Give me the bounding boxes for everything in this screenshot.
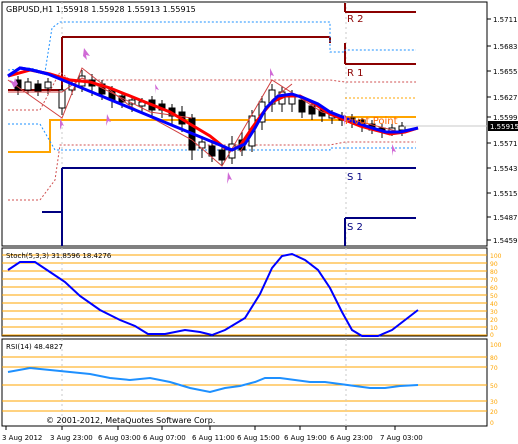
mt4-chart-window[interactable]: R 2 R 1 Pivot Point S 1 S 2 GBPUSD,H1 1.…	[0, 0, 518, 444]
svg-text:40: 40	[490, 301, 498, 308]
svg-text:20: 20	[490, 409, 498, 416]
svg-text:70: 70	[490, 365, 498, 372]
svg-text:0: 0	[490, 332, 494, 339]
svg-text:1.56270: 1.56270	[493, 94, 518, 102]
r2-label: R 2	[347, 14, 364, 25]
svg-text:10: 10	[490, 325, 498, 332]
svg-text:60: 60	[490, 285, 498, 292]
svg-text:100: 100	[490, 253, 502, 260]
rsi-pane[interactable]	[1, 338, 488, 427]
svg-text:100: 100	[490, 342, 502, 349]
svg-text:70: 70	[490, 277, 498, 284]
svg-text:1.55990: 1.55990	[493, 114, 518, 122]
svg-text:6 Aug 11:00: 6 Aug 11:00	[192, 434, 235, 442]
s2-label: S 2	[347, 222, 363, 233]
svg-text:1.55710: 1.55710	[493, 140, 518, 148]
time-axis: 3 Aug 2012 3 Aug 23:00 6 Aug 03:00 6 Aug…	[2, 426, 423, 442]
chart-title: GBPUSD,H1 1.55918 1.55928 1.55913 1.5591…	[6, 5, 196, 14]
svg-text:80: 80	[490, 355, 498, 362]
svg-text:1.54590: 1.54590	[493, 237, 518, 245]
svg-text:50: 50	[490, 293, 498, 300]
s1-label: S 1	[347, 172, 363, 183]
svg-text:30: 30	[490, 399, 498, 406]
svg-text:1.56830: 1.56830	[493, 43, 518, 51]
copyright-text: © 2001-2012, MetaQuotes Software Corp.	[46, 416, 215, 425]
svg-text:7 Aug 03:00: 7 Aug 03:00	[380, 434, 423, 442]
svg-text:6 Aug 07:00: 6 Aug 07:00	[143, 434, 186, 442]
svg-text:1.55150: 1.55150	[493, 190, 518, 198]
svg-text:3 Aug 23:00: 3 Aug 23:00	[50, 434, 93, 442]
svg-text:50: 50	[490, 383, 498, 390]
svg-text:6 Aug 23:00: 6 Aug 23:00	[330, 434, 373, 442]
rsi-title: RSI(14) 48.4827	[6, 343, 63, 351]
pivot-label: Pivot Point	[345, 116, 398, 127]
svg-text:20: 20	[490, 317, 498, 324]
stoch-level-labels: 100 90 80 70 60 50 40 30 20 10 0	[490, 253, 502, 339]
svg-text:0: 0	[490, 420, 494, 427]
svg-text:80: 80	[490, 269, 498, 276]
stoch-title: Stoch(5,3,3) 31.8596 18.4276	[6, 252, 112, 260]
svg-text:90: 90	[490, 261, 498, 268]
rsi-level-labels: 100 80 70 50 30 20 0	[490, 342, 502, 427]
svg-text:1.56555: 1.56555	[493, 68, 518, 76]
svg-text:6 Aug 19:00: 6 Aug 19:00	[284, 434, 327, 442]
main-price-pane[interactable]	[1, 1, 488, 247]
svg-text:3 Aug 2012: 3 Aug 2012	[2, 434, 42, 442]
svg-text:1.54870: 1.54870	[493, 214, 518, 222]
svg-text:6 Aug 15:00: 6 Aug 15:00	[237, 434, 280, 442]
svg-text:1.55430: 1.55430	[493, 165, 518, 173]
r1-label: R 1	[347, 68, 364, 79]
svg-text:30: 30	[490, 309, 498, 316]
current-price-label: 1.55915	[490, 123, 518, 131]
svg-text:1.57115: 1.57115	[493, 16, 518, 24]
svg-text:6 Aug 03:00: 6 Aug 03:00	[98, 434, 141, 442]
